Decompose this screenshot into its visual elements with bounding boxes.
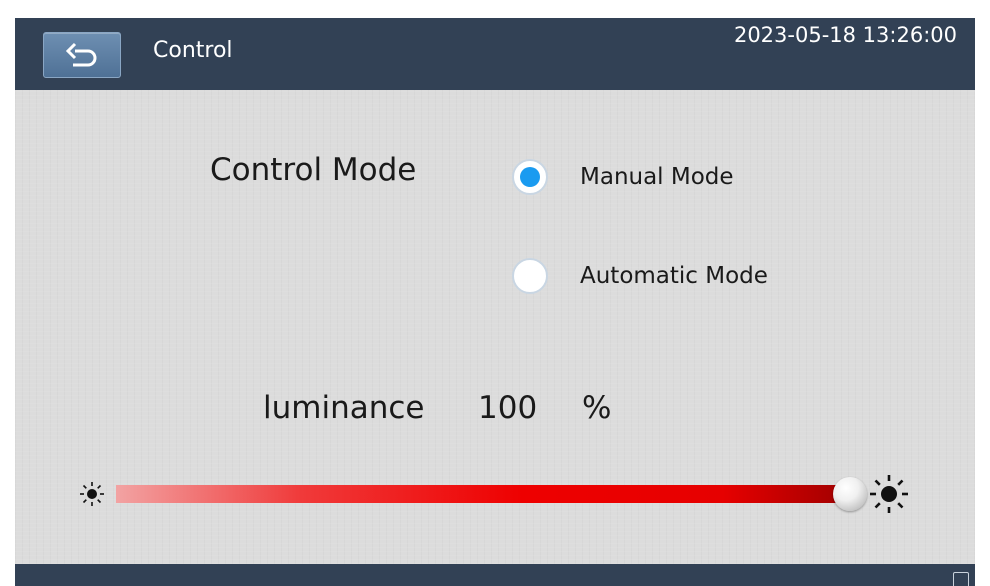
corner-indicator-icon: [953, 572, 969, 586]
manual-mode-radio[interactable]: [512, 159, 548, 195]
automatic-mode-radio[interactable]: [512, 258, 548, 294]
luminance-slider-track[interactable]: [116, 485, 856, 503]
content-panel: Control Mode Manual Mode Automatic Mode …: [15, 90, 975, 564]
luminance-slider-thumb[interactable]: [833, 477, 867, 511]
manual-mode-label[interactable]: Manual Mode: [580, 161, 734, 193]
page-title: Control: [153, 38, 233, 63]
footer-bar: [15, 564, 975, 586]
sun-small-icon: [80, 482, 104, 506]
datetime-display: 2023-05-18 13:26:00: [733, 23, 957, 47]
control-mode-label: Control Mode: [210, 152, 417, 188]
automatic-mode-label[interactable]: Automatic Mode: [580, 260, 768, 292]
control-screen: Control 2023-05-18 13:26:00 Control Mode…: [15, 18, 975, 586]
back-arrow-icon: [66, 42, 97, 67]
luminance-unit: %: [582, 390, 612, 426]
luminance-slider-fill: [116, 485, 856, 503]
luminance-value: 100: [478, 390, 538, 426]
back-button[interactable]: [43, 32, 121, 78]
sun-large-icon: [870, 475, 908, 513]
header-bar: Control 2023-05-18 13:26:00: [15, 18, 975, 90]
luminance-label: luminance: [263, 390, 425, 426]
